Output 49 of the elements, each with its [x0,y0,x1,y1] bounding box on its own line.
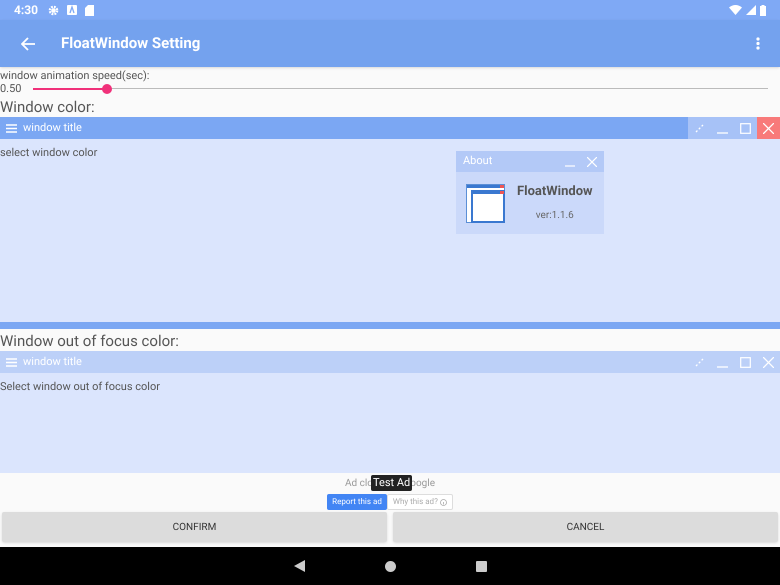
maximize-icon [740,122,751,134]
info-icon [440,498,447,506]
why-ad-button[interactable]: Why this ad? [386,494,453,510]
signal-icon [746,5,756,15]
notification-icon [67,5,78,15]
window-title-bar[interactable]: window title [0,117,780,139]
section-heading: Window out of focus color: [0,331,180,351]
about-title: About [463,153,492,170]
close-icon[interactable] [587,156,597,166]
wifi-icon [729,5,742,15]
speed-reading: 0.50 [0,80,22,97]
clock: 4:30 [14,2,38,19]
minimize-icon [717,366,728,368]
window-hint: select window color [0,146,98,159]
back-icon[interactable] [294,560,304,572]
minimize-icon [717,132,728,134]
speed-label: window animation speed(sec): [0,69,150,82]
minimize-icon[interactable] [565,165,575,167]
maximize-icon [740,356,751,368]
menu-icon[interactable] [6,124,17,132]
recents-icon[interactable] [476,560,486,572]
action-button[interactable]: CONFIRM [2,512,387,542]
slider-thumb[interactable] [102,84,112,94]
resize-button[interactable] [688,117,711,139]
section-heading: Window color: [0,97,96,117]
home-icon[interactable] [384,560,396,572]
resize-icon [695,124,704,132]
sd-card-icon [85,4,94,16]
window-title: window title [23,354,82,370]
about-version: ver:1.1.6 [536,208,574,222]
more-options-icon[interactable] [756,37,760,50]
maximize-button[interactable] [734,117,757,139]
close-button[interactable] [757,117,780,139]
close-icon [763,122,774,134]
close-icon [763,356,774,368]
test-ad-badge: Test Ad [371,474,412,492]
report-ad-button[interactable]: Report this ad [327,494,387,510]
app-bar-title: FloatWindow Setting [61,33,200,54]
action-button[interactable]: CANCEL [393,512,778,542]
about-app-name: FloatWindow [517,183,593,201]
menu-icon[interactable] [6,358,17,366]
gear-icon [48,4,60,16]
resize-icon [695,358,704,366]
window-title: window title [23,120,82,136]
back-arrow-icon[interactable] [21,36,35,50]
app-logo-icon [466,184,505,223]
window-hint: Select window out of focus color [0,380,160,393]
battery-icon [760,4,766,16]
speed-slider[interactable] [33,84,768,94]
